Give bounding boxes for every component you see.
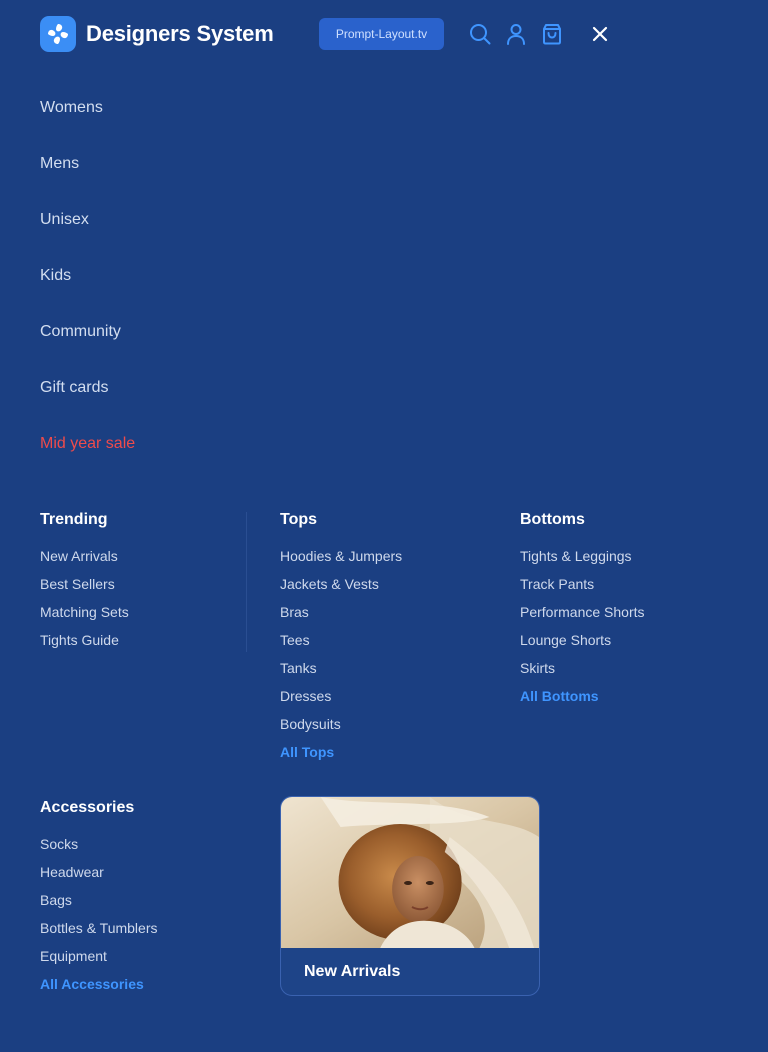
brand-name: Designers System xyxy=(86,21,274,46)
all-tops-link[interactable]: All Tops xyxy=(280,742,402,770)
tops-link[interactable]: Bodysuits xyxy=(280,714,402,742)
tops-link[interactable]: Bras xyxy=(280,602,402,630)
nav-item-kids[interactable]: Kids xyxy=(40,248,135,304)
trending-heading: Trending xyxy=(40,511,108,528)
trending-link[interactable]: Matching Sets xyxy=(40,602,129,630)
close-icon[interactable] xyxy=(588,22,612,46)
accessories-link[interactable]: Socks xyxy=(40,834,158,862)
tops-link[interactable]: Jackets & Vests xyxy=(280,574,402,602)
promo-button[interactable]: Prompt-Layout.tv xyxy=(319,18,444,50)
accessories-link[interactable]: Equipment xyxy=(40,946,158,974)
main-nav: Womens Mens Unisex Kids Community Gift c… xyxy=(40,80,135,472)
logo-icon xyxy=(40,16,76,52)
bottoms-link[interactable]: Performance Shorts xyxy=(520,602,645,630)
accessories-link[interactable]: Bags xyxy=(40,890,158,918)
new-arrivals-card[interactable]: New Arrivals xyxy=(280,796,540,996)
tops-column: Tops Hoodies & Jumpers Jackets & Vests B… xyxy=(280,508,402,770)
all-bottoms-link[interactable]: All Bottoms xyxy=(520,686,645,714)
trending-link[interactable]: Best Sellers xyxy=(40,574,129,602)
column-divider xyxy=(246,512,247,652)
tops-link[interactable]: Tanks xyxy=(280,658,402,686)
trending-link[interactable]: Tights Guide xyxy=(40,630,129,658)
bottoms-column: Bottoms Tights & Leggings Track Pants Pe… xyxy=(520,508,645,714)
tops-link[interactable]: Tees xyxy=(280,630,402,658)
accessories-link[interactable]: Headwear xyxy=(40,862,158,890)
bottoms-heading: Bottoms xyxy=(520,511,585,528)
tops-link[interactable]: Dresses xyxy=(280,686,402,714)
bottoms-link[interactable]: Tights & Leggings xyxy=(520,546,645,574)
accessories-column: Accessories Socks Headwear Bags Bottles … xyxy=(40,796,158,1002)
tops-heading: Tops xyxy=(280,511,318,528)
accessories-heading: Accessories xyxy=(40,799,135,816)
nav-item-womens[interactable]: Womens xyxy=(40,80,135,136)
nav-item-mens[interactable]: Mens xyxy=(40,136,135,192)
nav-item-mid-year-sale[interactable]: Mid year sale xyxy=(40,416,135,472)
trending-link[interactable]: New Arrivals xyxy=(40,546,129,574)
trending-column: Trending New Arrivals Best Sellers Match… xyxy=(40,508,129,658)
nav-item-unisex[interactable]: Unisex xyxy=(40,192,135,248)
all-accessories-link[interactable]: All Accessories xyxy=(40,974,158,1002)
search-icon[interactable] xyxy=(468,22,492,46)
nav-item-community[interactable]: Community xyxy=(40,304,135,360)
card-label: New Arrivals xyxy=(304,963,401,980)
accessories-link[interactable]: Bottles & Tumblers xyxy=(40,918,158,946)
user-icon[interactable] xyxy=(504,22,528,46)
header: Designers System Prompt-Layout.tv xyxy=(40,16,728,52)
bottoms-link[interactable]: Lounge Shorts xyxy=(520,630,645,658)
brand-logo[interactable]: Designers System xyxy=(40,16,274,52)
bag-icon[interactable] xyxy=(540,22,564,46)
nav-item-gift-cards[interactable]: Gift cards xyxy=(40,360,135,416)
tops-link[interactable]: Hoodies & Jumpers xyxy=(280,546,402,574)
bottoms-link[interactable]: Track Pants xyxy=(520,574,645,602)
model-photo xyxy=(281,797,539,948)
bottoms-link[interactable]: Skirts xyxy=(520,658,645,686)
